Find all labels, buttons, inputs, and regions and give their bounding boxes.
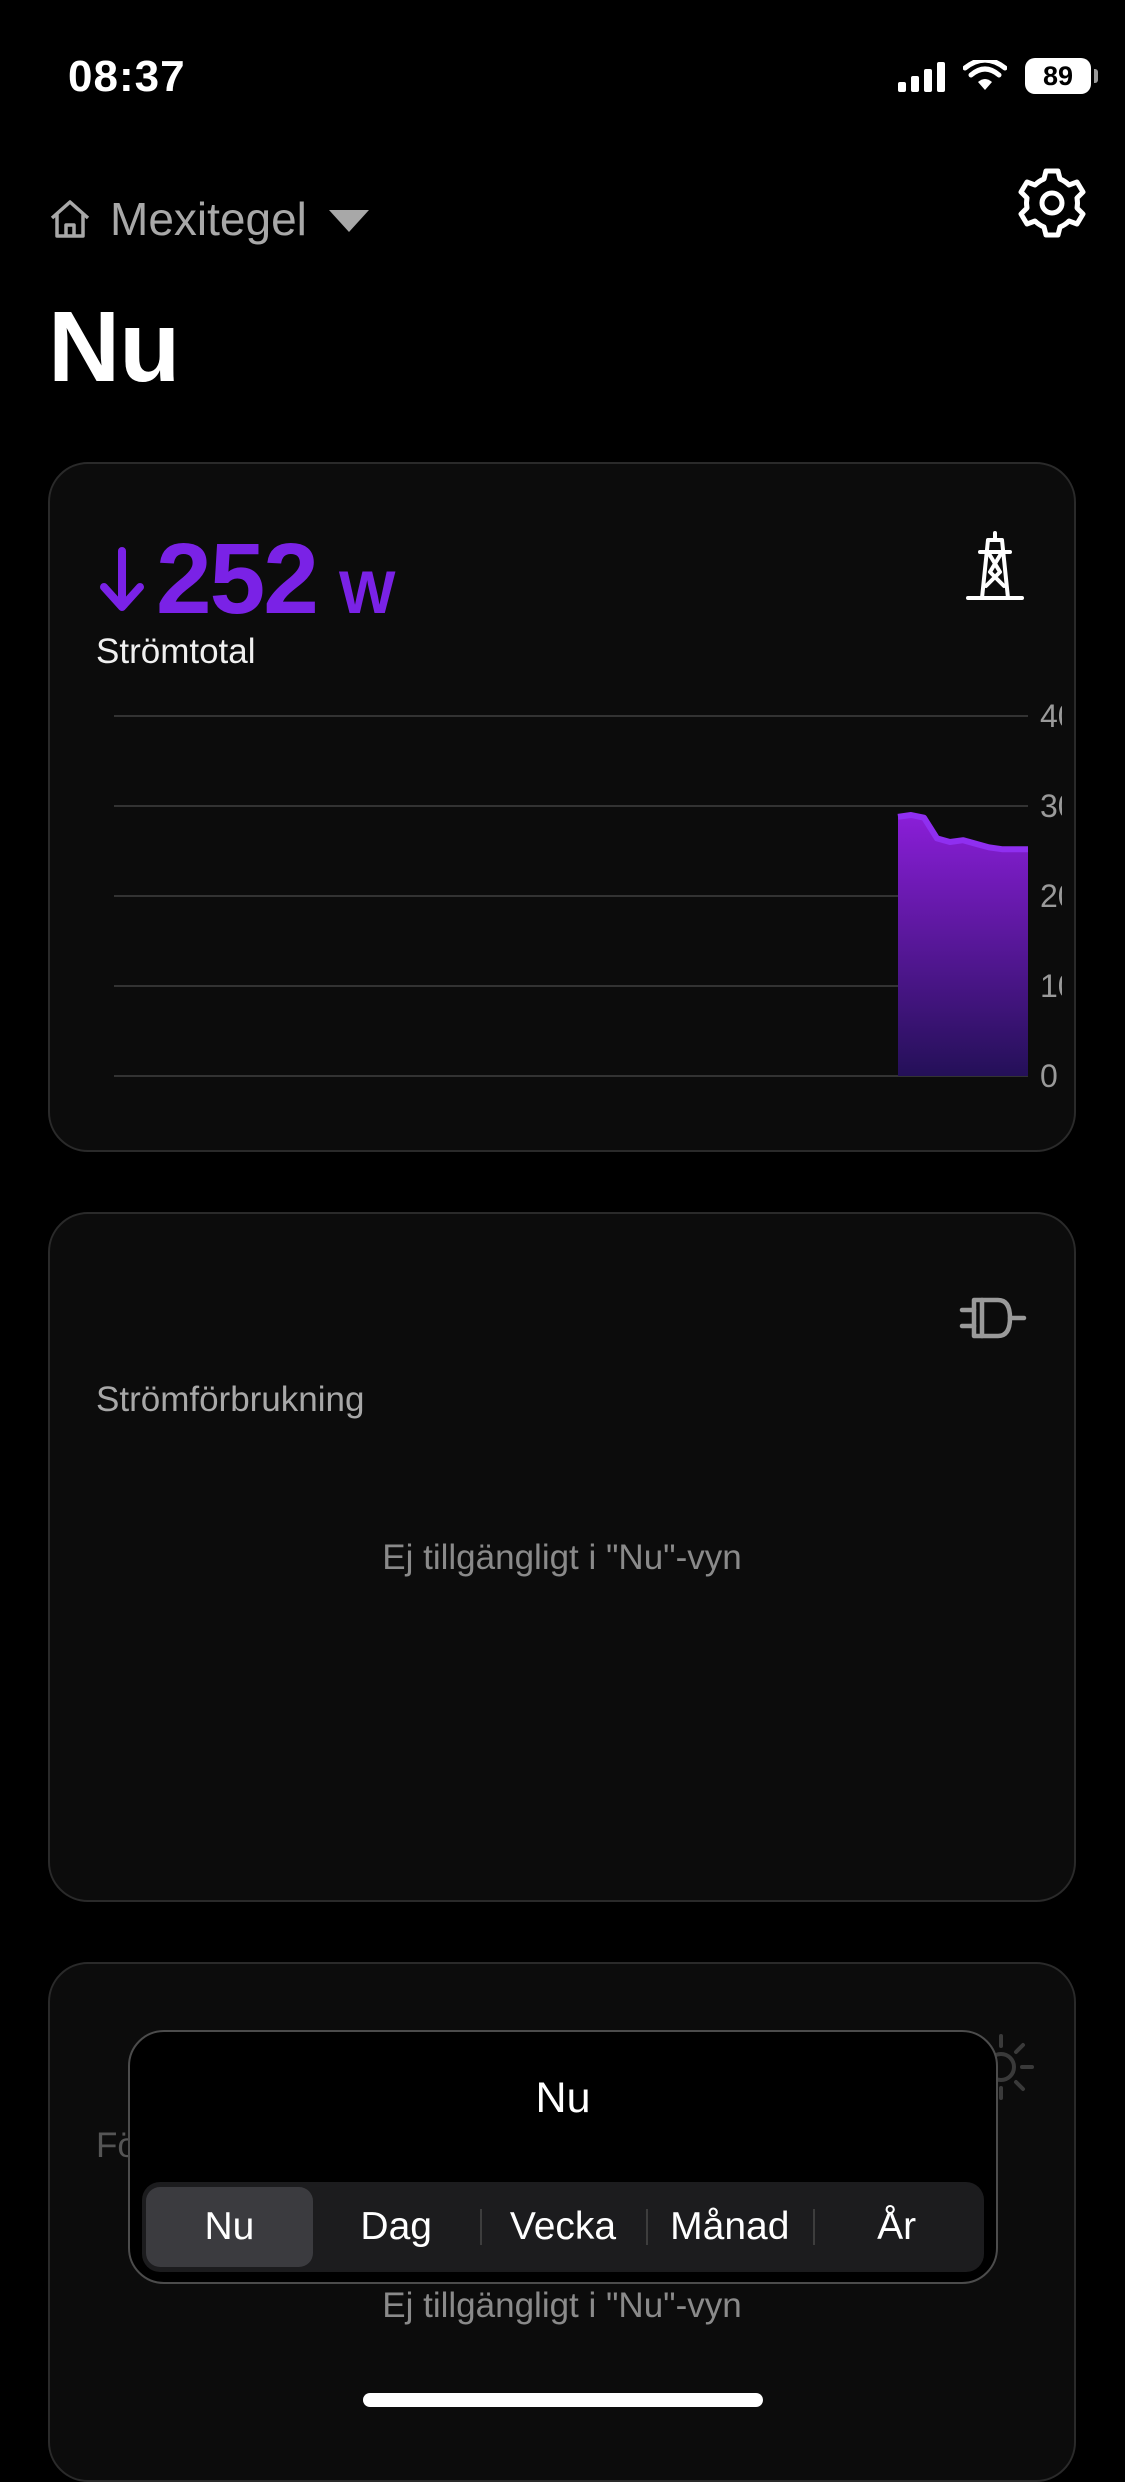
period-option-vecka[interactable]: Vecka [479,2187,647,2267]
power-reading: 252 W [96,522,396,637]
period-segmented-control: Nu Dag Vecka Månad År [142,2182,984,2272]
unavailable-message-2: Ej tillgängligt i "Nu"-vyn [382,2286,742,2325]
chevron-down-icon [328,210,369,232]
status-time: 08:37 [68,52,186,101]
home-name: Mexitegel [110,193,307,245]
power-pylon-icon [966,531,1024,600]
y-tick-label: 0 [1040,1058,1058,1094]
power-value: 252 [156,523,319,635]
unavailable-message: Ej tillgängligt i "Nu"-vyn [382,1538,742,1577]
battery-icon: 89 [1025,58,1098,94]
period-picker: Nu Nu Dag Vecka Månad År [128,2030,998,2284]
page-title: Nu [48,291,180,403]
y-tick-label: 300 [1040,788,1062,824]
y-tick-label: 200 [1040,878,1062,914]
cellular-signal-icon [898,60,945,92]
y-tick-label: 100 [1040,968,1062,1004]
home-selector[interactable]: Mexitegel [48,192,369,246]
wifi-icon [963,60,1007,90]
picker-title: Nu [535,2074,591,2122]
battery-level: 89 [1042,60,1074,91]
gear-icon[interactable] [1015,166,1089,240]
power-unit: W [338,559,396,626]
chart-area [898,815,1028,1076]
plug-icon [959,1297,1027,1339]
consumption-label: Strömförbrukning [96,1380,365,1419]
consumption-card[interactable]: Strömförbrukning Ej tillgängligt i "Nu"-… [48,1212,1076,1902]
period-option-manad[interactable]: Månad [646,2187,813,2267]
home-icon [50,200,90,238]
grid-total-label: Strömtotal [96,632,256,671]
y-tick-label: 400 [1040,698,1062,734]
grid-total-card[interactable]: 252 W Strömtotal 400 300 200 100 0 [48,462,1076,1152]
period-option-nu[interactable]: Nu [146,2187,313,2267]
arrow-down-icon [100,546,144,611]
grid-power-chart: 400 300 200 100 0 [114,698,1062,1094]
status-icons: 89 [898,58,1098,94]
period-option-dag[interactable]: Dag [313,2187,480,2267]
home-indicator[interactable] [363,2393,763,2407]
period-option-ar[interactable]: År [813,2187,980,2267]
